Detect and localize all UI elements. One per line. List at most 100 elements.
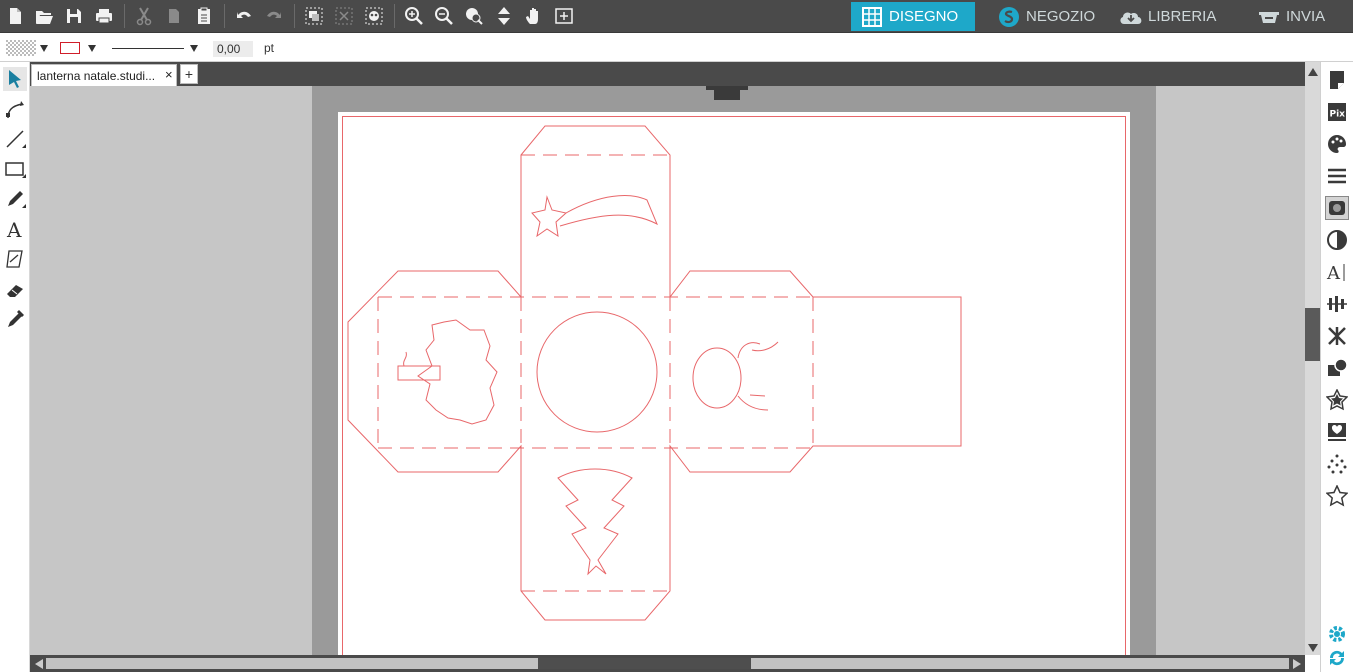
line-style-preview bbox=[112, 47, 184, 49]
compound-path-icon[interactable] bbox=[362, 4, 386, 28]
ungroup-icon[interactable] bbox=[332, 4, 356, 28]
design-canvas[interactable] bbox=[30, 86, 1305, 655]
cutting-mat bbox=[312, 86, 1156, 655]
design-store-icon[interactable] bbox=[1325, 420, 1349, 444]
document-tab[interactable]: lanterna natale.studi... bbox=[31, 64, 177, 86]
rectangle-tool-icon[interactable] bbox=[3, 157, 27, 181]
pixscan-icon[interactable]: Pix bbox=[1325, 100, 1349, 124]
redo-icon[interactable] bbox=[262, 4, 286, 28]
scroll-down-arrow[interactable] bbox=[1305, 640, 1320, 655]
eraser-tool-icon[interactable] bbox=[3, 277, 27, 301]
lantern-cutfile-design[interactable] bbox=[338, 112, 1130, 655]
vertical-scroll-thumb[interactable] bbox=[1305, 308, 1320, 361]
checker-pattern-icon bbox=[6, 40, 36, 56]
tab-libreria-label: LIBRERIA bbox=[1148, 8, 1217, 25]
sync-icon[interactable] bbox=[1325, 646, 1349, 670]
edit-points-icon[interactable] bbox=[3, 97, 27, 121]
svg-text:A: A bbox=[1326, 263, 1341, 283]
chevron-down-icon bbox=[88, 44, 96, 52]
cutter-icon bbox=[1256, 6, 1282, 28]
left-toolbox: A bbox=[0, 62, 30, 672]
main-toolbar: DISEGNO NEGOZIO LIBRERIA INVIA bbox=[0, 0, 1353, 33]
fit-to-page-icon[interactable] bbox=[552, 4, 576, 28]
grid-icon bbox=[859, 6, 885, 28]
tab-invia[interactable]: INVIA bbox=[1248, 2, 1348, 31]
settings-gear-icon[interactable] bbox=[1325, 622, 1349, 646]
tab-negozio[interactable]: NEGOZIO bbox=[988, 2, 1098, 31]
print-icon[interactable] bbox=[92, 4, 116, 28]
page-setup-icon[interactable] bbox=[1325, 68, 1349, 92]
zoom-selection-icon[interactable] bbox=[462, 4, 486, 28]
fill-pattern-picker[interactable] bbox=[6, 37, 48, 59]
fill-color-icon[interactable] bbox=[1325, 132, 1349, 156]
tab-libreria[interactable]: LIBRERIA bbox=[1110, 2, 1236, 31]
page-area[interactable] bbox=[338, 112, 1130, 655]
add-tab-button[interactable]: + bbox=[180, 64, 198, 84]
document-tab-strip: lanterna natale.studi... × + bbox=[30, 62, 1305, 86]
vertical-scrollbar[interactable] bbox=[1305, 62, 1320, 655]
pan-hand-icon[interactable] bbox=[522, 4, 546, 28]
shooting-star-cutout bbox=[531, 195, 658, 238]
line-color-picker[interactable] bbox=[60, 37, 96, 59]
toolbar-separator bbox=[224, 4, 225, 28]
cut-icon[interactable] bbox=[132, 4, 156, 28]
tab-disegno[interactable]: DISEGNO bbox=[851, 2, 975, 31]
fir-tree-cutout bbox=[557, 468, 633, 576]
svg-text:A: A bbox=[6, 218, 22, 240]
circle-window bbox=[536, 311, 658, 433]
tab-negozio-label: NEGOZIO bbox=[1026, 8, 1096, 25]
trace-icon[interactable] bbox=[1325, 228, 1349, 252]
document-tab-title: lanterna natale.studi... bbox=[37, 69, 156, 83]
zoom-in-icon[interactable] bbox=[402, 4, 426, 28]
modify-icon[interactable] bbox=[1325, 356, 1349, 380]
store-icon bbox=[996, 6, 1022, 28]
stroke-width-input[interactable] bbox=[213, 41, 253, 57]
dots-icon[interactable] bbox=[1325, 452, 1349, 476]
chevron-down-icon bbox=[40, 44, 48, 52]
line-style-icon[interactable] bbox=[1325, 164, 1349, 188]
svg-text:Pix: Pix bbox=[1330, 110, 1346, 120]
silhouette-studio-window: DISEGNO NEGOZIO LIBRERIA INVIA 0,00 pt A… bbox=[0, 0, 1353, 672]
text-style-icon[interactable]: A bbox=[1325, 260, 1349, 284]
select-arrow-icon[interactable] bbox=[3, 67, 27, 91]
new-document-icon[interactable] bbox=[3, 4, 27, 28]
close-icon[interactable]: × bbox=[165, 67, 173, 82]
eyedropper-icon[interactable] bbox=[3, 307, 27, 331]
mat-notch bbox=[706, 86, 748, 100]
reindeer-cutout bbox=[692, 341, 779, 411]
horizontal-scroll-thumb[interactable] bbox=[538, 658, 751, 669]
undo-icon[interactable] bbox=[232, 4, 256, 28]
scroll-left-arrow[interactable] bbox=[31, 656, 46, 671]
open-folder-icon[interactable] bbox=[32, 4, 56, 28]
offset-icon[interactable] bbox=[1325, 388, 1349, 412]
replicate-icon[interactable] bbox=[1325, 324, 1349, 348]
image-icon[interactable] bbox=[1325, 196, 1349, 220]
scroll-up-arrow[interactable] bbox=[1305, 64, 1320, 79]
stroke-unit-label: pt bbox=[264, 41, 275, 55]
favorite-icon[interactable] bbox=[1325, 484, 1349, 508]
knife-tool-icon[interactable] bbox=[3, 247, 27, 271]
line-style-bar: pt bbox=[0, 33, 1353, 62]
save-icon[interactable] bbox=[62, 4, 86, 28]
toolbar-separator bbox=[394, 4, 395, 28]
align-icon[interactable] bbox=[1325, 292, 1349, 316]
move-icon[interactable] bbox=[492, 4, 516, 28]
toolbar-separator bbox=[124, 4, 125, 28]
line-color-swatch bbox=[60, 42, 80, 54]
cloud-library-icon bbox=[1118, 6, 1144, 28]
pencil-tool-icon[interactable] bbox=[3, 187, 27, 211]
scroll-right-arrow[interactable] bbox=[1289, 656, 1304, 671]
paste-icon[interactable] bbox=[192, 4, 216, 28]
christmas-tree-cutout bbox=[397, 319, 498, 425]
text-tool-icon[interactable]: A bbox=[3, 217, 27, 241]
toolbar-separator bbox=[294, 4, 295, 28]
horizontal-scrollbar[interactable] bbox=[30, 655, 1305, 672]
zoom-out-icon[interactable] bbox=[432, 4, 456, 28]
tab-invia-label: INVIA bbox=[1286, 8, 1326, 25]
line-tool-icon[interactable] bbox=[3, 127, 27, 151]
line-style-picker[interactable] bbox=[112, 37, 198, 59]
chevron-down-icon bbox=[190, 44, 198, 52]
group-icon[interactable] bbox=[302, 4, 326, 28]
copy-icon[interactable] bbox=[162, 4, 186, 28]
right-panel-toolbar: Pix A bbox=[1320, 62, 1353, 672]
